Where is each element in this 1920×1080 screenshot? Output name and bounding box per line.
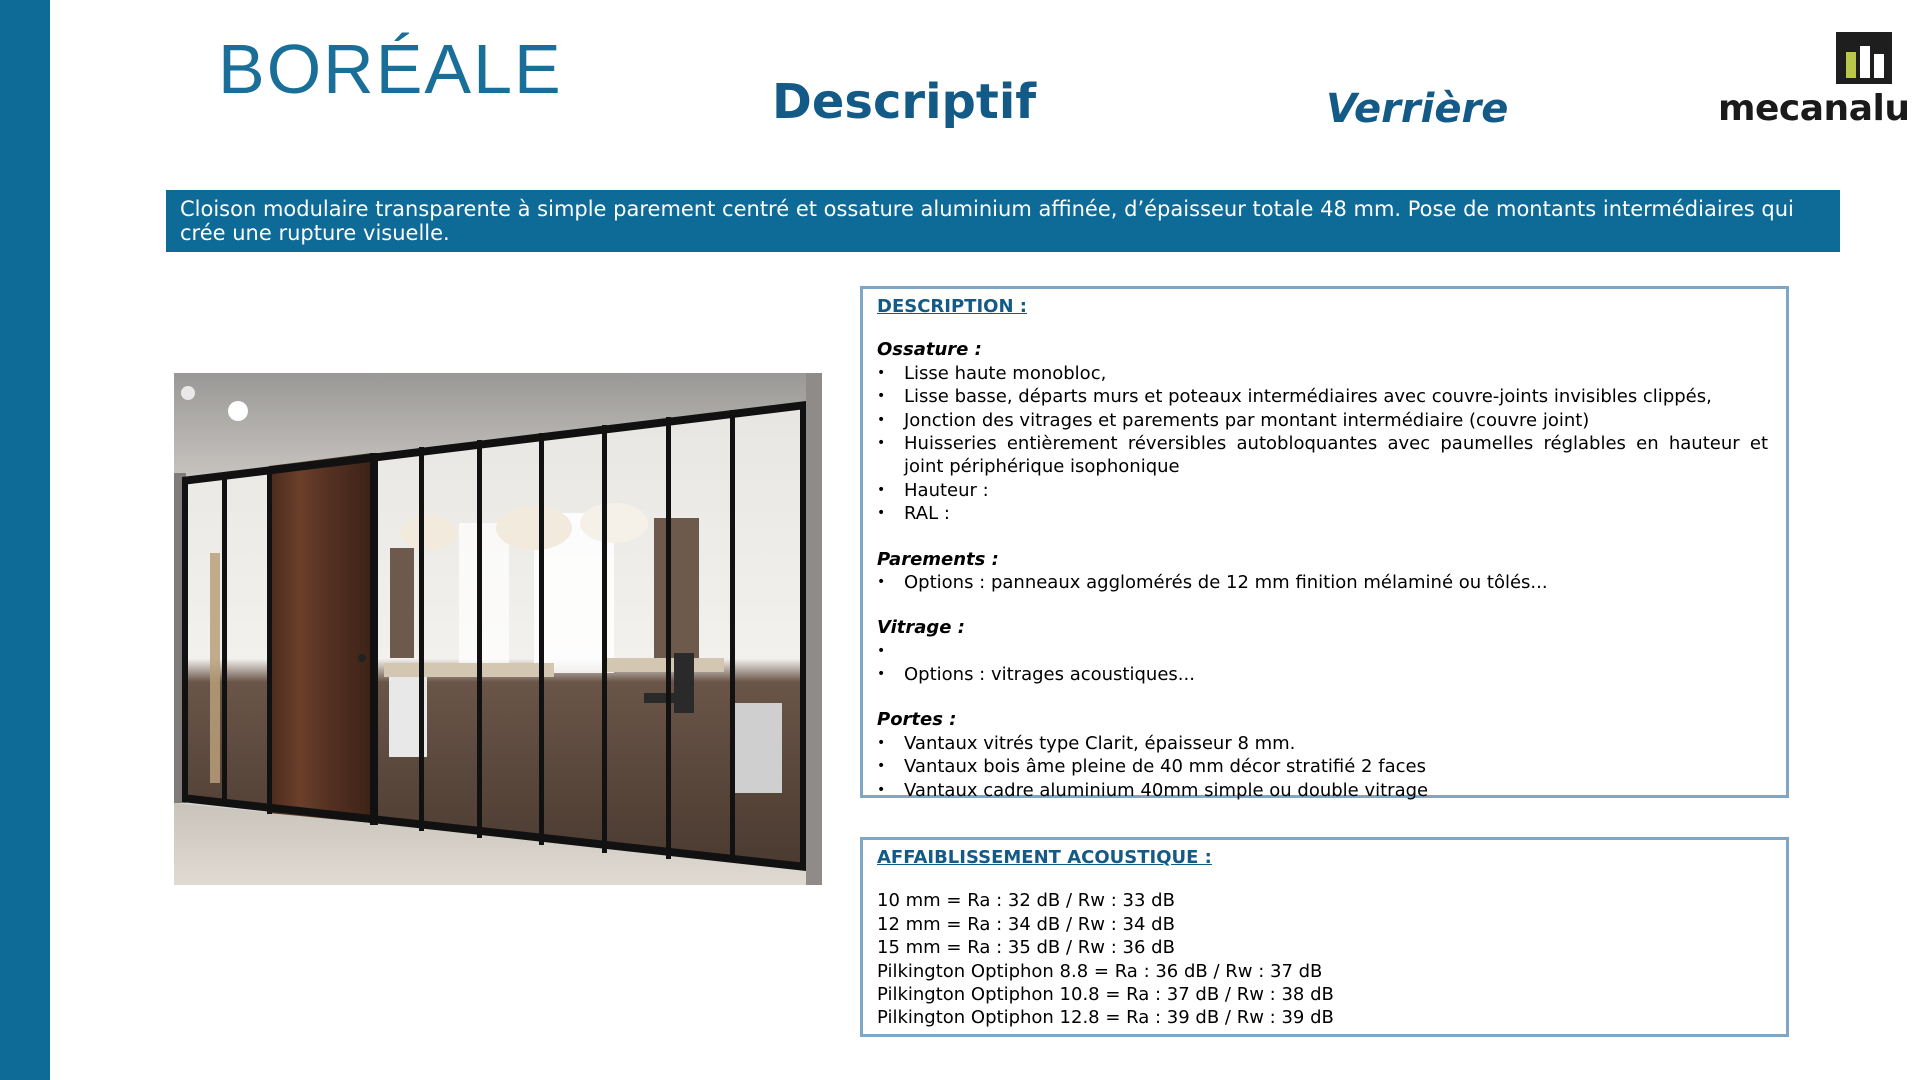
- acoustic-line: Pilkington Optiphon 8.8 = Ra : 36 dB / R…: [877, 960, 1323, 982]
- acoustic-box: AFFAIBLISSEMENT ACOUSTIQUE : 10 mm = Ra …: [860, 837, 1789, 1037]
- page-subtitle: Verrière: [1326, 86, 1509, 132]
- portes-heading: Portes :: [877, 709, 957, 731]
- list-item: Huisseries entièrement réversibles autob…: [877, 432, 1772, 479]
- mecanalu-logo-mark-icon: [1836, 32, 1892, 84]
- list-item: Vantaux cadre aluminium 40mm simple ou d…: [877, 779, 1772, 803]
- acoustic-line: 12 mm = Ra : 34 dB / Rw : 34 dB: [877, 913, 1175, 935]
- boreale-logo-text: BORÉALE: [218, 30, 563, 108]
- acoustic-line: Pilkington Optiphon 12.8 = Ra : 39 dB / …: [877, 1007, 1334, 1029]
- parements-heading: Parements :: [877, 548, 999, 570]
- page-title: Descriptif: [772, 74, 1037, 130]
- list-item: Lisse haute monobloc,: [877, 362, 1772, 386]
- description-title: DESCRIPTION :: [877, 296, 1027, 317]
- mecanalu-logo-wordmark: mecanalu: [1718, 88, 1910, 129]
- mecanalu-logo: mecanalu: [1718, 28, 1914, 138]
- acoustic-line: 15 mm = Ra : 35 dB / Rw : 36 dB: [877, 937, 1175, 959]
- list-item: Vantaux vitrés type Clarit, épaisseur 8 …: [877, 732, 1772, 756]
- ossature-list: Lisse haute monobloc, Lisse basse, dépar…: [877, 362, 1772, 526]
- left-accent-bar: [0, 0, 50, 1080]
- portes-list: Vantaux vitrés type Clarit, épaisseur 8 …: [877, 732, 1772, 803]
- acoustic-line: 10 mm = Ra : 32 dB / Rw : 33 dB: [877, 890, 1175, 912]
- intro-banner: Cloison modulaire transparente à simple …: [166, 190, 1840, 252]
- list-item: Options : vitrages acoustiques...: [877, 663, 1772, 687]
- acoustic-line: Pilkington Optiphon 10.8 = Ra : 37 dB / …: [877, 984, 1334, 1006]
- list-item: Hauteur :: [877, 479, 1772, 503]
- list-item: Vantaux bois âme pleine de 40 mm décor s…: [877, 755, 1772, 779]
- verriere-product-photo: [174, 373, 822, 885]
- list-item: Options : panneaux agglomérés de 12 mm f…: [877, 571, 1772, 595]
- parements-list: Options : panneaux agglomérés de 12 mm f…: [877, 571, 1772, 595]
- boreale-logo: BORÉALE: [218, 34, 563, 104]
- list-item: [877, 640, 1772, 663]
- vitrage-list: Options : vitrages acoustiques...: [877, 640, 1772, 687]
- list-item: Jonction des vitrages et parements par m…: [877, 409, 1772, 433]
- list-item: Lisse basse, départs murs et poteaux int…: [877, 385, 1772, 409]
- acoustic-title: AFFAIBLISSEMENT ACOUSTIQUE :: [877, 847, 1212, 868]
- ossature-heading: Ossature :: [877, 339, 982, 361]
- vitrage-heading: Vitrage :: [877, 617, 965, 639]
- list-item: RAL :: [877, 502, 1772, 526]
- description-box: DESCRIPTION : Ossature : Lisse haute mon…: [860, 286, 1789, 802]
